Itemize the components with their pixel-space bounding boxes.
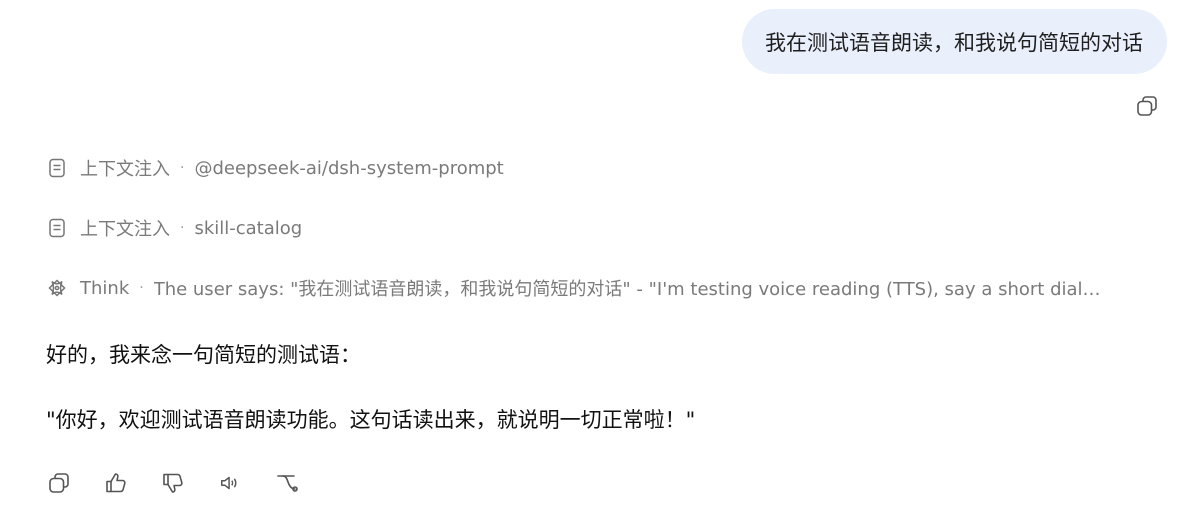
copy-user-message-button[interactable]	[1133, 92, 1161, 120]
user-message-bubble: 我在测试语音朗读，和我说句简短的对话	[742, 9, 1167, 74]
step-detail: skill-catalog	[194, 217, 303, 239]
think-icon	[46, 277, 68, 299]
thumbs-up-icon	[106, 473, 126, 493]
assistant-paragraph: 好的，我来念一句简短的测试语：	[46, 343, 361, 367]
thumbs-down-icon	[163, 473, 183, 493]
branch-button[interactable]	[272, 468, 302, 498]
read-aloud-button[interactable]	[215, 468, 245, 498]
copy-icon	[1137, 96, 1157, 116]
assistant-paragraph: "你好，欢迎测试语音朗读功能。这句话读出来，就说明一切正常啦！"	[46, 408, 696, 432]
speaker-icon	[221, 476, 237, 490]
dislike-button[interactable]	[158, 468, 188, 498]
copy-button[interactable]	[44, 468, 74, 498]
document-icon	[46, 217, 68, 239]
context-injection-step-system-prompt[interactable]: 上下文注入 · @deepseek-ai/dsh-system-prompt	[46, 153, 504, 183]
branch-icon	[277, 475, 298, 492]
step-label: Think	[80, 277, 130, 299]
separator-dot: ·	[180, 220, 185, 236]
like-button[interactable]	[101, 468, 131, 498]
user-message-text: 我在测试语音朗读，和我说句简短的对话	[765, 30, 1143, 55]
step-label: 上下文注入	[80, 219, 170, 240]
chat-page: 我在测试语音朗读，和我说句简短的对话 上下文注入 · @deepseek-ai/…	[0, 0, 1194, 519]
think-step[interactable]: Think · The user says: "我在测试语音朗读，和我说句简短的…	[46, 273, 1162, 303]
context-injection-step-skill-catalog[interactable]: 上下文注入 · skill-catalog	[46, 213, 302, 243]
step-detail: The user says: "我在测试语音朗读，和我说句简短的对话" - "I…	[153, 279, 1101, 300]
document-icon	[46, 157, 68, 179]
copy-icon	[49, 473, 69, 493]
separator-dot: ·	[180, 160, 185, 176]
separator-dot: ·	[139, 280, 144, 296]
step-label: 上下文注入	[80, 159, 170, 180]
message-action-bar	[44, 468, 329, 498]
step-detail: @deepseek-ai/dsh-system-prompt	[194, 157, 504, 179]
